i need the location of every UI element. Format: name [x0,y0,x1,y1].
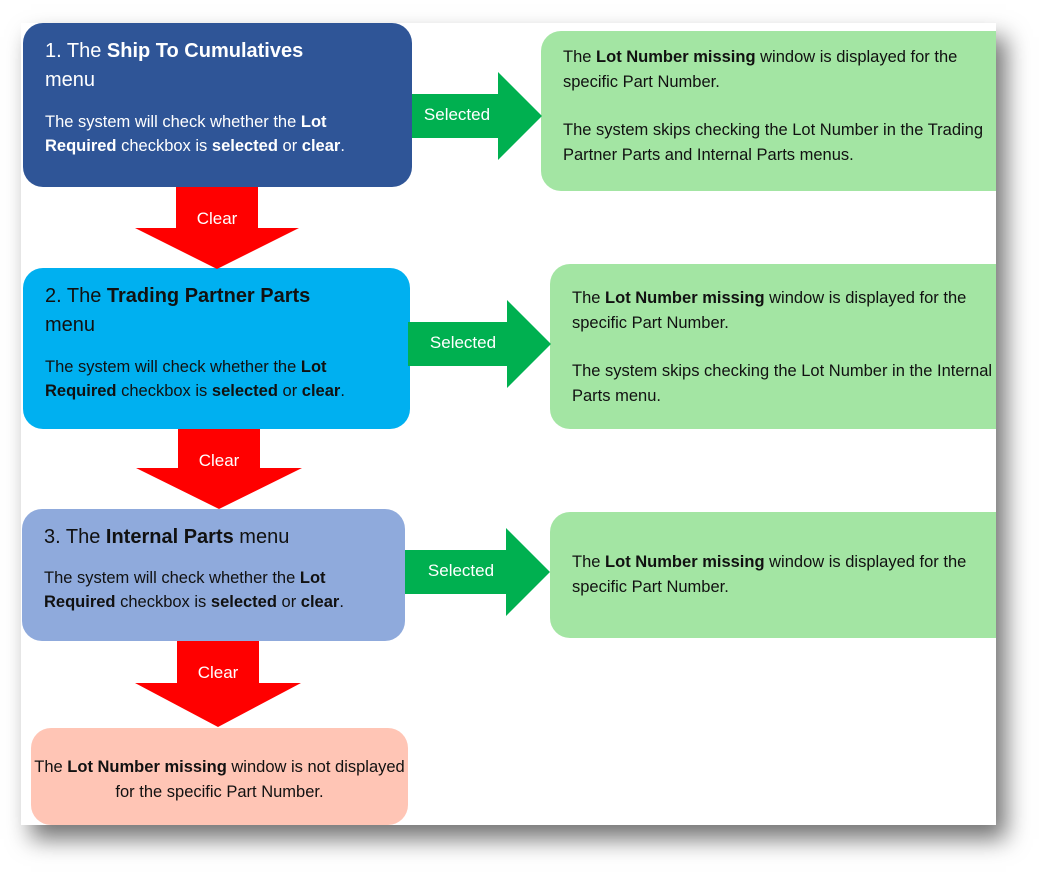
desc-text: The system will check whether the [45,113,301,131]
result-line: The Lot Number missing window is display… [572,286,996,335]
step-number: 2. [45,285,62,307]
desc-text: . [339,593,344,611]
title-text: The [61,285,107,307]
arrow-label-clear: Clear [196,209,238,228]
desc-text: checkbox is [116,382,212,400]
title-suffix: menu [233,526,290,548]
state-clear: clear [301,137,341,155]
desc-text: or [277,137,302,155]
step-title: 1. The Ship To Cumulatives menu [45,37,390,95]
arrow-label-clear: Clear [198,451,240,470]
clear-arrow-2: Clear [136,429,302,509]
state-selected: selected [210,593,277,611]
step-number: 1. [45,40,62,62]
clear-arrow-1: Clear [135,187,299,269]
result-text: The [572,553,606,571]
result-text: The [34,758,68,776]
result-line: The Lot Number missing window is not dis… [31,755,408,804]
title-suffix: menu [45,314,96,336]
step-description: The system will check whether the Lot Re… [45,355,388,403]
title-text: The [61,40,107,62]
arrow-label-clear: Clear [197,663,239,682]
state-selected: selected [211,137,278,155]
window-name: Lot Number missing [67,758,227,776]
result-line: The Lot Number missing window is display… [563,45,996,94]
selected-arrow-3: Selected [405,528,550,616]
arrow-label-selected: Selected [429,333,497,352]
title-text: The [60,526,106,548]
desc-text: or [276,593,301,611]
desc-text: checkbox is [115,593,211,611]
result-text: The [563,48,597,66]
clear-arrow-3: Clear [135,641,301,727]
down-arrow-icon [135,641,301,727]
result-line: The system skips checking the Lot Number… [563,121,984,164]
window-name: Lot Number missing [605,289,765,307]
step-title: 3. The Internal Parts menu [44,523,383,552]
desc-text: checkbox is [116,137,212,155]
state-clear: clear [301,382,341,400]
step-ship-to-cumulatives: 1. The Ship To Cumulatives menu The syst… [23,23,412,187]
result-selected-step-2: The Lot Number missing window is display… [550,264,996,429]
window-name: Lot Number missing [596,48,756,66]
desc-text: The system will check whether the [44,569,300,587]
selected-arrow-2: Selected [408,300,551,388]
desc-text: . [340,382,345,400]
window-name: Lot Number missing [605,553,765,571]
arrow-label-selected: Selected [427,561,495,580]
step-description: The system will check whether the Lot Re… [45,110,390,158]
step-internal-parts: 3. The Internal Parts menu The system wi… [22,509,405,641]
menu-name: Ship To Cumulatives [106,40,304,62]
menu-name: Trading Partner Parts [106,285,311,307]
menu-name: Internal Parts [105,526,234,548]
result-all-clear: The Lot Number missing window is not dis… [31,728,408,825]
desc-text: The system will check whether the [45,358,301,376]
result-selected-step-3: The Lot Number missing window is display… [550,512,996,638]
step-number: 3. [44,526,61,548]
step-description: The system will check whether the Lot Re… [44,566,383,614]
result-line: The Lot Number missing window is display… [572,550,996,599]
state-selected: selected [211,382,278,400]
state-clear: clear [300,593,340,611]
flowchart-canvas: 1. The Ship To Cumulatives menu The syst… [21,23,996,825]
arrow-label-selected: Selected [423,105,491,124]
step-trading-partner-parts: 2. The Trading Partner Parts menu The sy… [23,268,410,429]
desc-text: . [340,137,345,155]
selected-arrow-1: Selected [412,72,542,160]
result-text: The [572,289,606,307]
step-title: 2. The Trading Partner Parts menu [45,282,388,340]
title-suffix: menu [45,69,96,91]
desc-text: or [277,382,302,400]
result-selected-step-1: The Lot Number missing window is display… [541,31,996,191]
result-line: The system skips checking the Lot Number… [572,362,993,405]
